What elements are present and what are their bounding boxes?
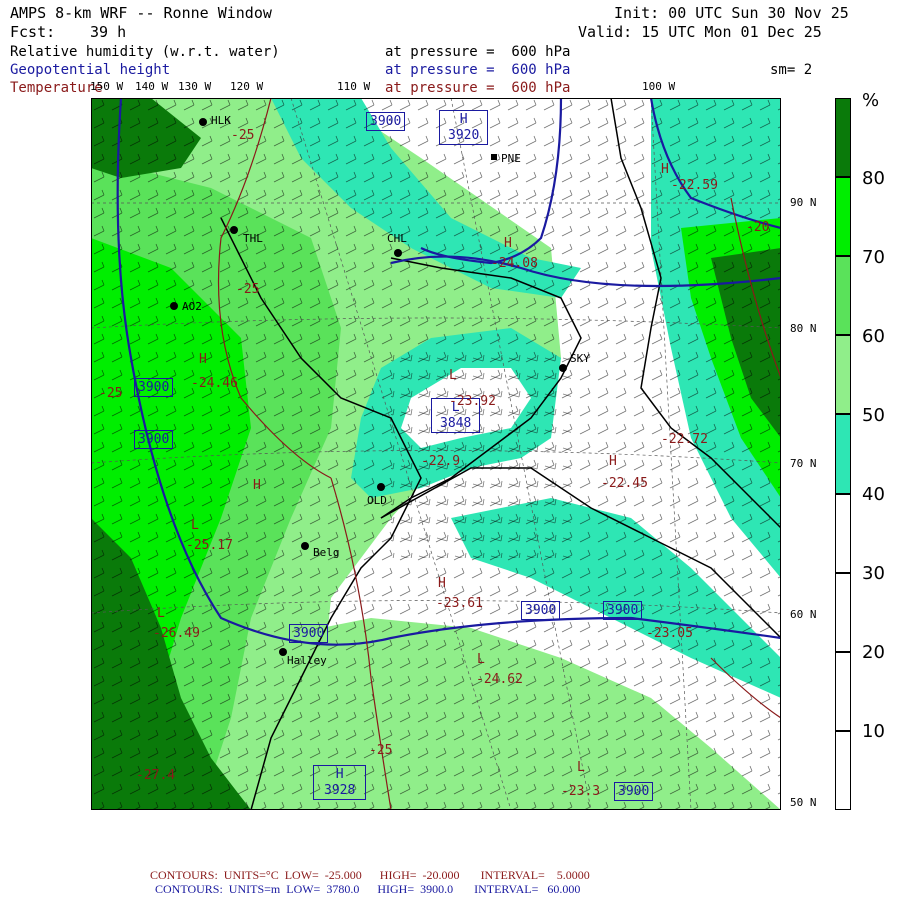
colorbar-tick: 60: [862, 326, 885, 347]
lon-label-140w: 140 W: [135, 80, 169, 93]
field-level-rh: at pressure = 600 hPa: [385, 44, 571, 60]
footer-temp-interval: INTERVAL= 5.0000: [480, 868, 590, 882]
field-name-rh: Relative humidity (w.r.t. water): [10, 44, 280, 60]
colorbar: [835, 98, 851, 810]
colorbar-segment: [835, 256, 851, 336]
colorbar-segment: [835, 493, 851, 573]
colorbar-segment: [835, 335, 851, 415]
lat-label-60n: 60 N: [790, 608, 817, 621]
init-time: Init: 00 UTC Sun 30 Nov 25: [614, 4, 849, 22]
colorbar-tick: 10: [862, 721, 885, 742]
field-name-temperature: Temperature: [10, 80, 103, 96]
map-frame: [91, 98, 781, 810]
colorbar-tick: 50: [862, 405, 885, 426]
colorbar-tick: 70: [862, 247, 885, 268]
colorbar-unit: %: [862, 90, 880, 111]
footer-temp-low: LOW= -25.000: [284, 868, 362, 882]
lat-label-70n: 70 N: [790, 457, 817, 470]
colorbar-segment: [835, 98, 851, 178]
colorbar-segment: [835, 177, 851, 257]
footer-height-low: LOW= 3780.0: [286, 882, 360, 896]
colorbar-tick: 30: [862, 563, 885, 584]
plot-title: AMPS 8-km WRF -- Ronne Window: [10, 4, 272, 22]
lon-label-120w: 120 W: [230, 80, 264, 93]
lon-label-110w: 110 W: [337, 80, 371, 93]
smoothing-label: sm= 2: [770, 62, 813, 78]
lat-label-50n: 50 N: [790, 796, 817, 809]
colorbar-tick: 40: [862, 484, 885, 505]
colorbar-segment: [835, 651, 851, 731]
footer-height-interval: INTERVAL= 60.000: [474, 882, 581, 896]
footer-height-label: CONTOURS:: [155, 882, 223, 896]
forecast-label: Fcst:: [10, 23, 56, 41]
lon-label-150w: 150 W: [90, 80, 124, 93]
colorbar-segment: [835, 414, 851, 494]
footer-temp-label: CONTOURS:: [150, 868, 218, 882]
colorbar-tick: 80: [862, 168, 885, 189]
lat-label-80n: 80 N: [790, 322, 817, 335]
footer-temp-high: HIGH= -20.000: [379, 868, 460, 882]
colorbar-tick: 20: [862, 642, 885, 663]
colorbar-segment: [835, 572, 851, 652]
footer-height-high: HIGH= 3900.0: [377, 882, 454, 896]
footer-height-units: UNITS=m: [228, 882, 281, 896]
field-level-height: at pressure = 600 hPa: [385, 62, 571, 78]
footer-height-contours: CONTOURS: UNITS=m LOW= 3780.0 HIGH= 3900…: [155, 882, 580, 897]
footer-temp-contours: CONTOURS: UNITS=°C LOW= -25.000 HIGH= -2…: [150, 868, 590, 883]
lon-label-100w: 100 W: [642, 80, 676, 93]
field-level-temperature: at pressure = 600 hPa: [385, 80, 571, 96]
forecast-value: 39 h: [90, 23, 127, 41]
colorbar-segment: [835, 730, 851, 810]
field-name-height: Geopotential height: [10, 62, 171, 78]
valid-time: Valid: 15 UTC Mon 01 Dec 25: [578, 23, 822, 41]
footer-temp-units: UNITS=°C: [223, 868, 279, 882]
lat-label-90n: 90 N: [790, 196, 817, 209]
lon-label-130w: 130 W: [178, 80, 212, 93]
